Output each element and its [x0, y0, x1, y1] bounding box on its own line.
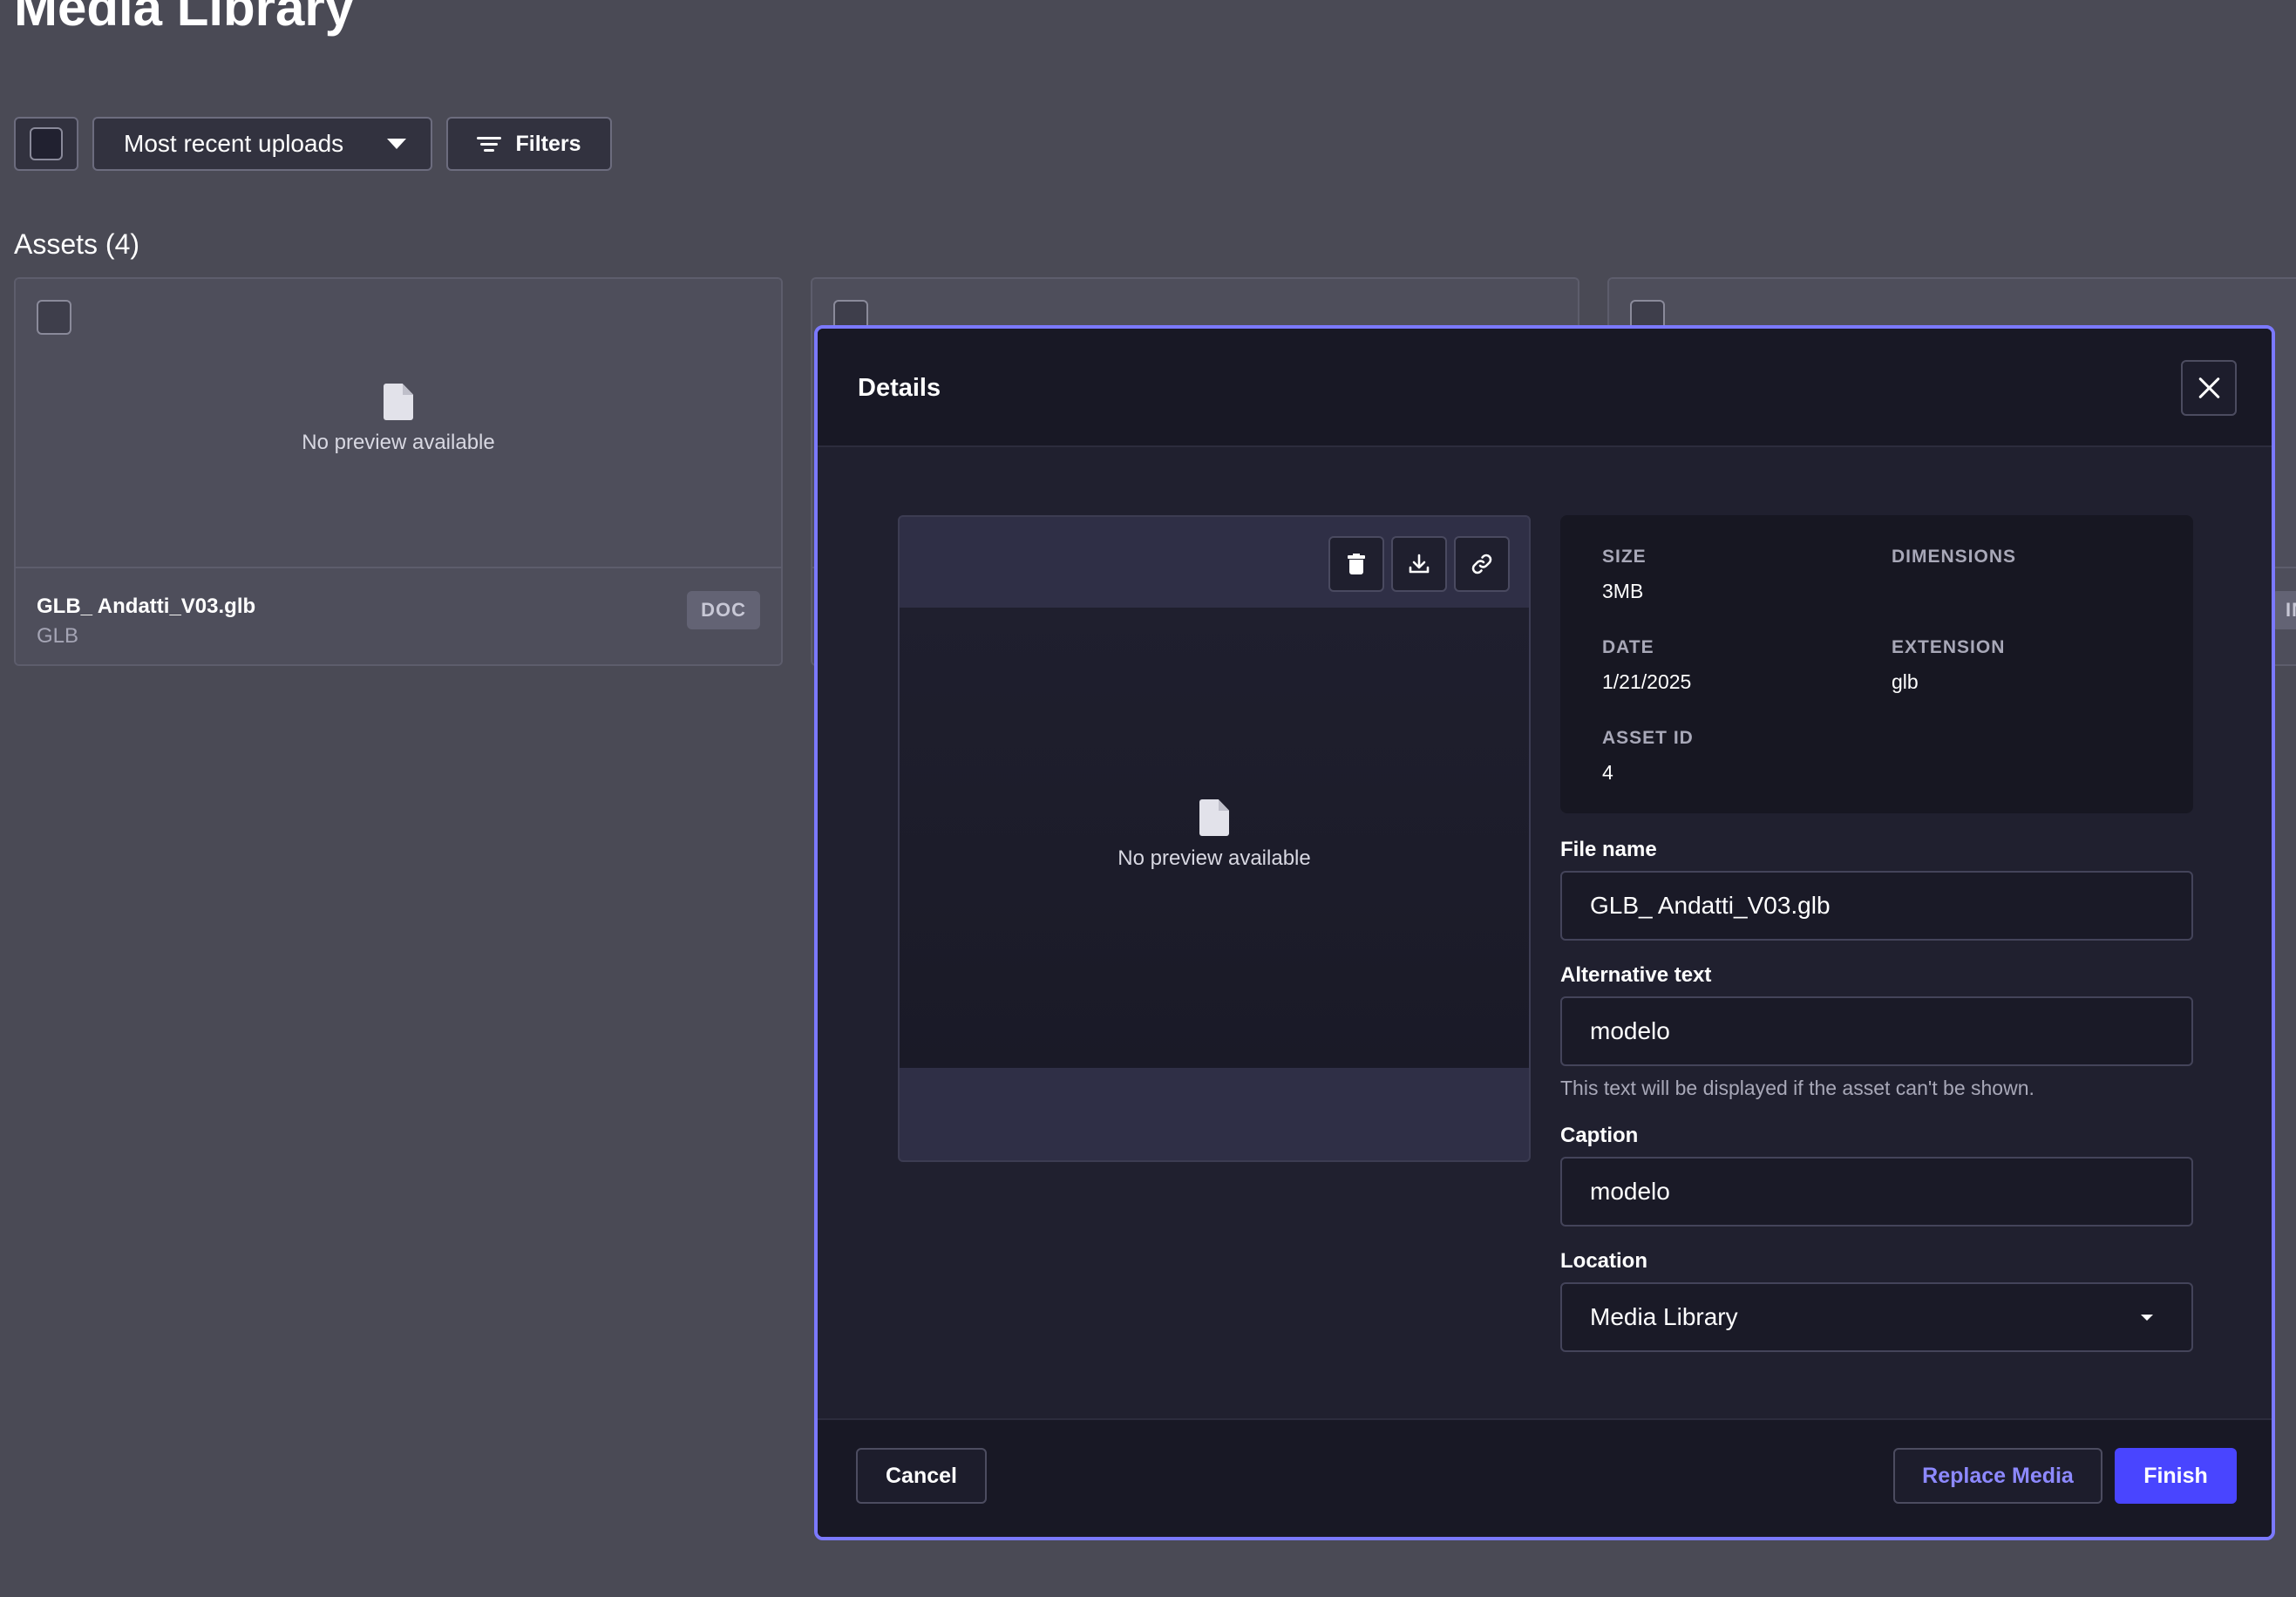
asset-type-badge: DOC — [687, 591, 760, 629]
asset-card-footer: GLB_ Andatti_V03.glb GLB DOC — [16, 567, 781, 664]
document-icon — [1199, 799, 1229, 836]
preview-area: No preview available — [900, 608, 1529, 1068]
filters-button[interactable]: Filters — [446, 117, 612, 171]
filter-icon — [477, 136, 502, 152]
download-icon — [1408, 553, 1430, 575]
link-icon — [1471, 553, 1493, 575]
alt-text-input[interactable] — [1560, 996, 2193, 1066]
finish-button[interactable]: Finish — [2115, 1448, 2237, 1504]
asset-preview: No preview available — [16, 279, 781, 567]
sort-select[interactable]: Most recent uploads — [92, 117, 432, 171]
asset-checkbox[interactable] — [37, 300, 71, 335]
modal-title: Details — [858, 374, 941, 402]
modal-header: Details — [818, 329, 2272, 447]
caption-label: Caption — [1560, 1124, 1639, 1147]
extension-label: EXTENSION — [1892, 637, 2006, 657]
asset-name: GLB_ Andatti_V03.glb — [37, 595, 256, 618]
asset-card[interactable]: No preview available GLB_ Andatti_V03.gl… — [14, 277, 783, 666]
chevron-down-icon — [387, 139, 406, 149]
location-select-value: Media Library — [1590, 1303, 1738, 1330]
file-name-input[interactable] — [1560, 871, 2193, 941]
filters-label: Filters — [515, 131, 581, 156]
no-preview-text: No preview available — [1117, 846, 1311, 870]
asset-preview-panel: No preview available — [898, 515, 1531, 1162]
close-button[interactable] — [2181, 360, 2237, 416]
location-label: Location — [1560, 1249, 1647, 1273]
asset-metadata: SIZE 3MB DIMENSIONS DATE 1/21/2025 EXTEN… — [1560, 515, 2193, 813]
date-value: 1/21/2025 — [1602, 670, 1692, 693]
preview-actions — [1328, 536, 1510, 592]
select-all-checkbox[interactable] — [14, 117, 78, 171]
extension-value: glb — [1892, 670, 1919, 693]
file-name-label: File name — [1560, 838, 1657, 861]
caption-input[interactable] — [1560, 1157, 2193, 1227]
location-select[interactable]: Media Library — [1560, 1282, 2193, 1352]
chevron-down-icon — [2141, 1314, 2153, 1321]
download-button[interactable] — [1391, 536, 1447, 592]
document-icon — [384, 384, 413, 420]
asset-type-badge: IM — [2272, 591, 2296, 629]
sort-select-value: Most recent uploads — [124, 130, 344, 157]
delete-button[interactable] — [1328, 536, 1384, 592]
toolbar: Most recent uploads Filters — [14, 117, 612, 171]
dimensions-label: DIMENSIONS — [1892, 547, 2017, 567]
size-label: SIZE — [1602, 547, 1647, 567]
size-value: 3MB — [1602, 580, 1644, 602]
replace-media-button[interactable]: Replace Media — [1893, 1448, 2102, 1504]
asset-extension: GLB — [37, 624, 79, 648]
page-title: Media Library — [14, 0, 355, 37]
cancel-button[interactable]: Cancel — [856, 1448, 987, 1504]
date-label: DATE — [1602, 637, 1654, 657]
assets-heading: Assets (4) — [14, 228, 140, 260]
close-icon — [2198, 377, 2220, 399]
trash-icon — [1348, 554, 1365, 574]
alt-text-label: Alternative text — [1560, 963, 1712, 987]
asset-id-label: ASSET ID — [1602, 728, 1694, 748]
alt-text-hint: This text will be displayed if the asset… — [1560, 1077, 2034, 1099]
modal-footer: Cancel Replace Media Finish — [818, 1418, 2272, 1537]
details-modal: Details No preview available SIZE 3MB DI… — [814, 325, 2275, 1540]
copy-link-button[interactable] — [1454, 536, 1510, 592]
asset-id-value: 4 — [1602, 761, 1613, 784]
no-preview-text: No preview available — [302, 431, 495, 454]
